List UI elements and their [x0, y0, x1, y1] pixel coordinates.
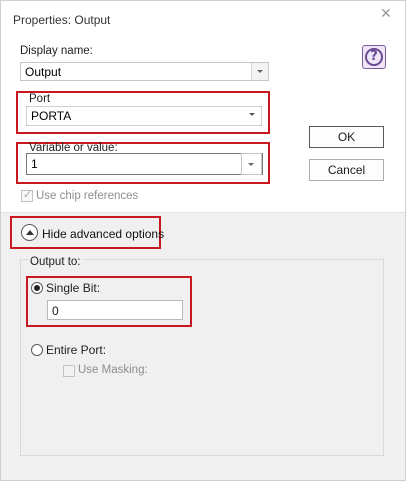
single-bit-radio[interactable]	[31, 282, 43, 294]
close-icon[interactable]: ✕	[379, 6, 393, 20]
use-chip-references-checkbox[interactable]	[21, 188, 33, 202]
collapse-arrow-icon[interactable]	[21, 224, 38, 241]
single-bit-label: Single Bit:	[46, 281, 101, 295]
variable-dropdown-button[interactable]	[241, 153, 262, 175]
use-chip-references-label: Use chip references	[36, 190, 139, 202]
cancel-button[interactable]: Cancel	[309, 159, 384, 181]
port-label: Port	[29, 93, 51, 105]
port-select[interactable]: PORTA	[26, 106, 262, 126]
port-value[interactable]: PORTA	[31, 109, 71, 123]
display-name-label: Display name:	[20, 45, 93, 57]
single-bit-select[interactable]: 0	[47, 300, 183, 320]
chevron-down-icon	[249, 113, 255, 116]
single-bit-value[interactable]: 0	[52, 304, 59, 318]
help-icon[interactable]: ?	[362, 45, 386, 69]
variable-value[interactable]: 1	[31, 157, 38, 171]
use-masking-label: Use Masking:	[78, 364, 148, 376]
output-to-label: Output to:	[28, 256, 83, 268]
entire-port-radio[interactable]	[31, 344, 43, 356]
chevron-down-icon	[248, 163, 254, 166]
properties-dialog: Properties: Output ✕ Display name: Outpu…	[0, 0, 406, 481]
display-name-combo[interactable]: Output	[20, 62, 269, 81]
variable-input[interactable]: 1	[26, 153, 263, 175]
chevron-down-icon	[257, 70, 263, 73]
entire-port-label: Entire Port:	[46, 343, 107, 357]
dialog-title: Properties: Output	[13, 13, 111, 27]
ok-button[interactable]: OK	[309, 126, 384, 148]
hide-advanced-options-toggle[interactable]: Hide advanced options	[42, 227, 164, 241]
use-masking-checkbox[interactable]	[63, 365, 75, 377]
display-name-dropdown-button[interactable]	[251, 63, 268, 80]
display-name-value[interactable]: Output	[25, 65, 61, 79]
